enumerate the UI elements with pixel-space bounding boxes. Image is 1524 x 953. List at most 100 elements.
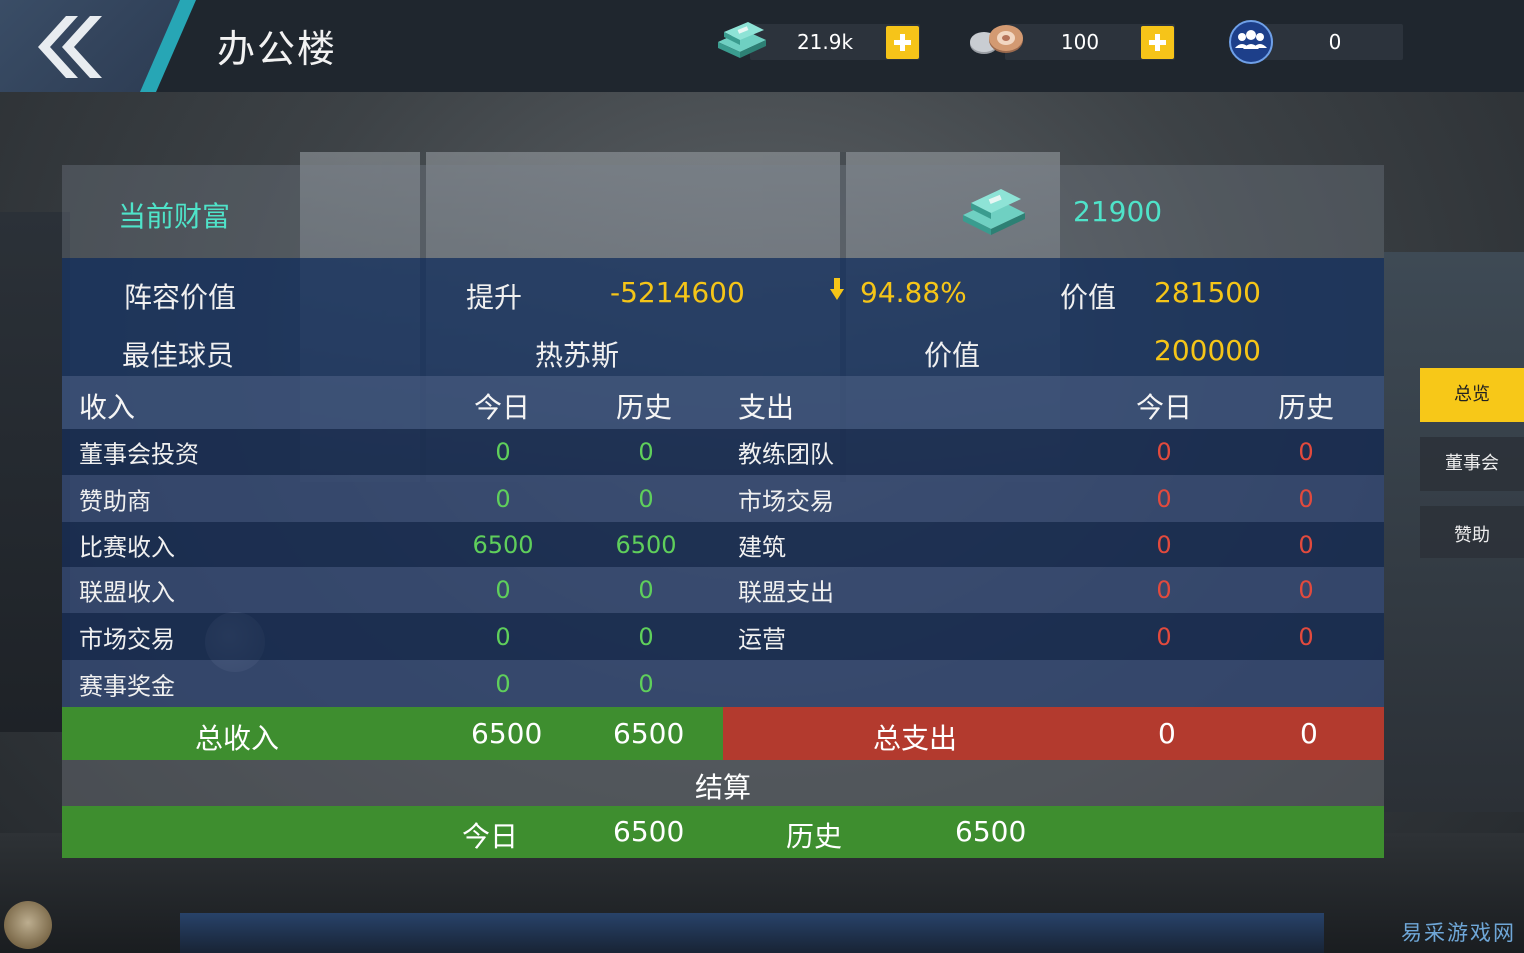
table-row: 市场交易 0 0 运营 0 0 (62, 613, 1384, 660)
income-item: 赛事奖金 (79, 672, 175, 700)
income-history: 0 (638, 622, 654, 651)
lineup-value-label: 阵容价值 (124, 281, 237, 314)
tab-board[interactable]: 董事会 (1420, 437, 1524, 491)
best-player-value: 200000 (1154, 334, 1261, 367)
table-row: 赛事奖金 0 0 (62, 660, 1384, 707)
income-today: 0 (495, 622, 511, 651)
income-history: 0 (638, 438, 654, 466)
best-player-name: 热苏斯 (535, 339, 620, 372)
arrow-down-icon (830, 278, 844, 300)
table-row: 联盟收入 0 0 联盟支出 0 0 (62, 567, 1384, 613)
expense-today: 0 (1156, 438, 1172, 466)
current-wealth-label: 当前财富 (118, 200, 231, 233)
expense-history: 0 (1298, 438, 1314, 466)
income-history: 0 (638, 484, 654, 513)
income-today: 0 (495, 669, 511, 698)
income-item: 联盟收入 (79, 578, 175, 607)
background-wall-left (0, 212, 70, 732)
fans-value: 0 (1328, 30, 1342, 54)
tab-sponsor[interactable]: 赞助 (1420, 506, 1524, 558)
expense-today: 0 (1156, 530, 1172, 559)
settlement-today-value: 6500 (613, 815, 685, 848)
income-today-header: 今日 (474, 391, 531, 424)
settlement-history-value: 6500 (955, 815, 1027, 848)
cash-stack-icon (963, 189, 1025, 235)
settlement-history-label: 历史 (786, 820, 843, 853)
table-row: 比赛收入 6500 6500 建筑 0 0 (62, 522, 1384, 567)
income-today: 0 (495, 576, 511, 604)
fans-group-icon (1229, 20, 1273, 64)
current-wealth-value: 21900 (1073, 195, 1163, 228)
total-income-today: 6500 (471, 717, 543, 750)
total-income-history: 6500 (613, 717, 685, 750)
site-watermark: 易采游戏网 (1401, 921, 1516, 945)
expense-history: 0 (1298, 622, 1314, 651)
expense-header: 支出 (738, 391, 795, 424)
total-income-label: 总收入 (195, 722, 280, 755)
lineup-worth-label: 价值 (1060, 281, 1117, 314)
lineup-worth-value: 281500 (1154, 276, 1261, 309)
expense-history: 0 (1298, 484, 1314, 513)
total-expense-label: 总支出 (873, 722, 958, 755)
tab-overview[interactable]: 总览 (1420, 368, 1524, 422)
expense-item: 市场交易 (738, 487, 834, 515)
total-expense-today: 0 (1158, 717, 1176, 750)
total-income-bar: 总收入 6500 6500 (62, 707, 723, 760)
table-row: 董事会投资 0 0 教练团队 0 0 (62, 429, 1384, 475)
finance-panel: 当前财富 21900 阵容价值 提升 -5214600 94.88% 价值 28… (62, 165, 1384, 858)
background-desk (180, 913, 1324, 953)
income-history: 0 (638, 669, 654, 698)
income-today: 6500 (472, 530, 534, 559)
rise-label: 提升 (466, 281, 523, 314)
best-player-label: 最佳球员 (122, 339, 235, 372)
fans-display: 0 (1255, 24, 1403, 60)
table-row: 赞助商 0 0 市场交易 0 0 (62, 475, 1384, 522)
poker-chips-icon (970, 25, 1023, 54)
current-wealth-row: 当前财富 21900 (62, 165, 1384, 258)
rise-percent: 94.88% (860, 276, 967, 309)
expense-item: 联盟支出 (738, 578, 834, 607)
top-bar: 办公楼 21.9k 100 0 (0, 0, 1524, 92)
expense-item: 建筑 (738, 533, 786, 561)
cash-stack-icon (718, 22, 766, 58)
total-expense-bar: 总支出 0 0 (723, 707, 1384, 760)
expense-today: 0 (1156, 576, 1172, 604)
total-expense-history: 0 (1300, 717, 1318, 750)
income-history: 6500 (615, 530, 677, 559)
income-history: 0 (638, 576, 654, 604)
add-cash-button[interactable] (886, 26, 919, 59)
income-today: 0 (495, 438, 511, 466)
settlement-header: 结算 (62, 760, 1384, 806)
income-item: 比赛收入 (79, 533, 175, 561)
rise-value: -5214600 (610, 276, 745, 309)
expense-today: 0 (1156, 622, 1172, 651)
settlement-today-label: 今日 (462, 820, 519, 853)
page-title: 办公楼 (217, 27, 338, 71)
income-item: 赞助商 (79, 487, 151, 515)
income-today: 0 (495, 484, 511, 513)
expense-history: 0 (1298, 576, 1314, 604)
chips-display: 100 (1005, 24, 1175, 60)
income-history-header: 历史 (616, 391, 673, 424)
expense-item: 教练团队 (738, 440, 834, 469)
expense-today: 0 (1156, 484, 1172, 513)
settlement-label: 结算 (694, 771, 751, 804)
expense-item: 运营 (738, 625, 786, 653)
expense-history: 0 (1298, 530, 1314, 559)
cash-value: 21.9k (796, 30, 854, 54)
corner-mascot-logo (4, 901, 52, 949)
expense-history-header: 历史 (1278, 391, 1335, 424)
lineup-summary: 阵容价值 提升 -5214600 94.88% 价值 281500 最佳球员 热… (62, 258, 1384, 376)
finance-table-header: 收入 今日 历史 支出 今日 历史 (62, 376, 1384, 429)
expense-today-header: 今日 (1136, 391, 1193, 424)
cash-display: 21.9k (750, 24, 920, 60)
double-chevron-left-icon (38, 16, 102, 78)
income-item: 市场交易 (79, 625, 175, 653)
income-item: 董事会投资 (79, 440, 199, 469)
add-chips-button[interactable] (1141, 26, 1174, 59)
settlement-bar: 今日 6500 历史 6500 (62, 806, 1384, 858)
best-player-value-label: 价值 (924, 339, 981, 372)
income-header: 收入 (79, 391, 136, 424)
totals-row: 总收入 6500 6500 总支出 0 0 (62, 707, 1384, 760)
chips-value: 100 (1060, 30, 1100, 54)
